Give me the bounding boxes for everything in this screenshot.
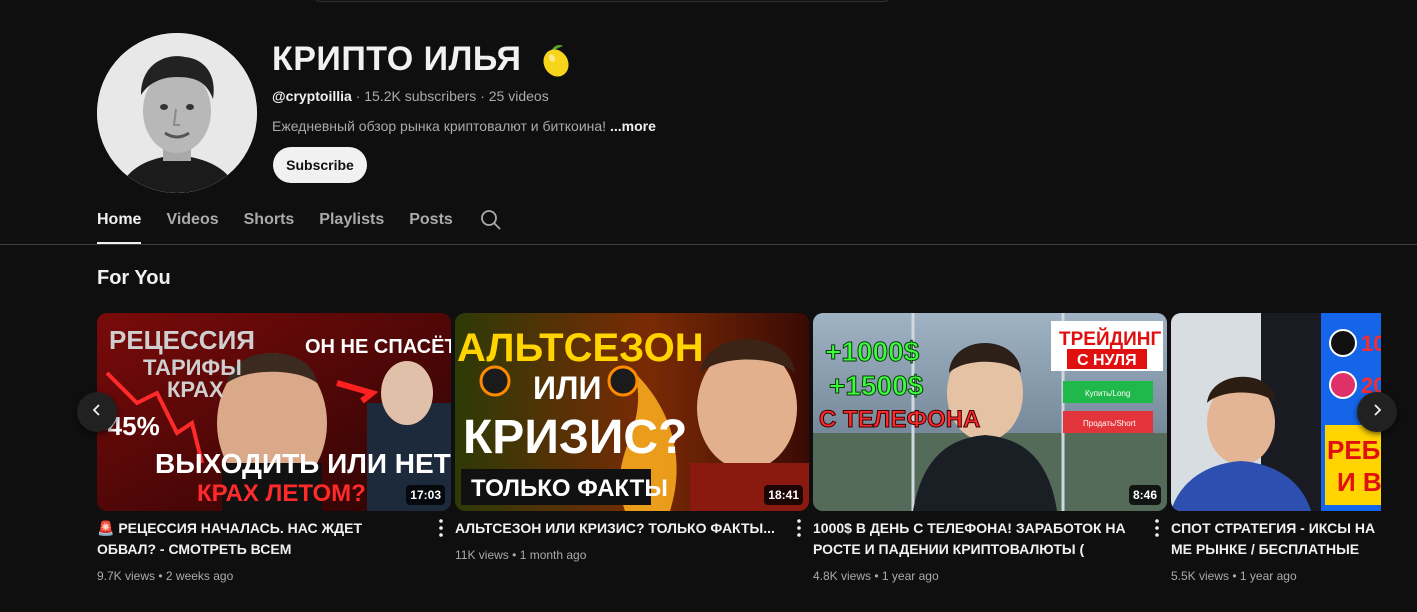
thumb-text: РЕБ: [1327, 435, 1380, 465]
more-link[interactable]: ...more: [610, 118, 656, 134]
channel-title-text: КРИПТО ИЛЬЯ: [272, 40, 522, 78]
more-options-icon[interactable]: [1151, 518, 1163, 538]
thumb-text: АЛЬТСЕЗОН: [457, 326, 704, 370]
video-meta: 9.7K views • 2 weeks ago: [97, 569, 234, 583]
video-card[interactable]: АЛЬТСЕЗОН ИЛИ КРИЗИС? ТОЛЬКО ФАКТЫ 18:41…: [455, 313, 809, 562]
thumb-text: КРАХ ЛЕТОМ?: [197, 480, 366, 507]
tabs-divider: [0, 244, 1417, 245]
tab-shorts[interactable]: Shorts: [244, 196, 295, 244]
shelf-next-button[interactable]: [1357, 392, 1397, 432]
shelf-clip-edge: [1381, 300, 1417, 612]
thumb-text: ТРЕЙДИНГ: [1059, 328, 1162, 350]
channel-avatar[interactable]: [97, 33, 257, 193]
channel-description[interactable]: Ежедневный обзор рынка криптовалют и бит…: [272, 118, 656, 134]
view-count: 5.5K views: [1171, 569, 1230, 583]
video-meta: 5.5K views • 1 year ago: [1171, 569, 1297, 583]
thumb-text: Купить/Long: [1085, 389, 1130, 398]
upload-age: 1 year ago: [881, 569, 939, 583]
channel-title: КРИПТО ИЛЬЯ: [272, 40, 574, 79]
thumb-text: РЕЦЕССИЯ: [109, 325, 255, 355]
thumb-text: ВЫХОДИТЬ ИЛИ НЕТ: [155, 448, 451, 479]
channel-meta: @cryptoillia · 15.2K subscribers · 25 vi…: [272, 88, 549, 104]
subscribe-button[interactable]: Subscribe: [273, 147, 367, 183]
upload-age: 2 weeks ago: [165, 569, 234, 583]
more-options-icon[interactable]: [435, 518, 447, 538]
channel-handle: @cryptoillia: [272, 88, 352, 104]
video-duration: 18:41: [764, 485, 803, 505]
thumb-text: ОН НЕ СПАСЁТ?: [305, 335, 451, 358]
video-title[interactable]: АЛЬТСЕЗОН ИЛИ КРИЗИС? ТОЛЬКО ФАКТЫ...: [455, 518, 775, 539]
video-title[interactable]: СПОТ СТРАТЕГИЯ - ИКСЫ НА МЕ РЫНКЕ / БЕСП…: [1171, 518, 1381, 560]
tab-videos[interactable]: Videos: [166, 196, 218, 244]
tab-playlists[interactable]: Playlists: [319, 196, 384, 244]
chevron-right-icon: [1369, 402, 1385, 423]
thumb-text: С ТЕЛЕФОНА: [819, 406, 980, 433]
top-search-bar-edge[interactable]: [314, 0, 890, 2]
video-title[interactable]: 1000$ В ДЕНЬ С ТЕЛЕФОНА! ЗАРАБОТОК НА РО…: [813, 518, 1133, 560]
tab-home[interactable]: Home: [97, 196, 142, 244]
thumb-text: КРИЗИС?: [463, 411, 687, 464]
video-thumbnail[interactable]: +1000$ +1500$ С ТЕЛЕФОНА ТРЕЙДИНГ С НУЛЯ…: [813, 313, 1167, 511]
thumb-text: ИЛИ: [533, 370, 601, 406]
upload-age: 1 month ago: [519, 548, 587, 562]
video-card[interactable]: +1000$ +1500$ С ТЕЛЕФОНА ТРЕЙДИНГ С НУЛЯ…: [813, 313, 1167, 583]
more-options-icon[interactable]: [793, 518, 805, 538]
video-card[interactable]: РЕЦЕССИЯ ТАРИФЫ КРАХ ОН НЕ СПАСЁТ? -45% …: [97, 313, 451, 583]
view-count: 11K views: [455, 548, 509, 562]
video-meta: 11K views • 1 month ago: [455, 548, 587, 562]
meta-separator: ·: [355, 88, 365, 104]
thumb-text: ТОЛЬКО ФАКТЫ: [471, 475, 668, 502]
thumb-text: +1500$: [829, 370, 924, 401]
thumb-text: С НУЛЯ: [1077, 352, 1137, 369]
thumb-text: Продать/Short: [1083, 419, 1136, 428]
chevron-left-icon: [89, 402, 105, 423]
description-text: Ежедневный обзор рынка криптовалют и бит…: [272, 118, 607, 134]
video-duration: 17:03: [406, 485, 445, 505]
video-duration: 8:46: [1128, 485, 1161, 505]
lemon-icon: [536, 41, 574, 79]
view-count: 9.7K views: [97, 569, 156, 583]
upload-age: 1 year ago: [1239, 569, 1297, 583]
thumb-text: И В: [1337, 467, 1382, 497]
video-thumbnail[interactable]: АЛЬТСЕЗОН ИЛИ КРИЗИС? ТОЛЬКО ФАКТЫ 18:41: [455, 313, 809, 511]
thumb-text: +1000$: [825, 336, 920, 367]
search-icon[interactable]: [480, 209, 502, 231]
video-title[interactable]: 🚨 РЕЦЕССИЯ НАЧАЛАСЬ. НАС ЖДЕТ ОБВАЛ? - С…: [97, 518, 417, 560]
video-count: 25 videos: [488, 88, 549, 104]
view-count: 4.8K views: [813, 569, 872, 583]
section-title: For You: [97, 267, 171, 289]
tab-posts[interactable]: Posts: [409, 196, 453, 244]
meta-separator: ·: [480, 88, 489, 104]
subscriber-count: 15.2K subscribers: [364, 88, 477, 104]
thumb-text: КРАХ: [167, 377, 224, 402]
video-thumbnail[interactable]: РЕЦЕССИЯ ТАРИФЫ КРАХ ОН НЕ СПАСЁТ? -45% …: [97, 313, 451, 511]
channel-tabs: Home Videos Shorts Playlists Posts: [97, 196, 478, 244]
video-meta: 4.8K views • 1 year ago: [813, 569, 939, 583]
shelf-prev-button[interactable]: [77, 392, 117, 432]
